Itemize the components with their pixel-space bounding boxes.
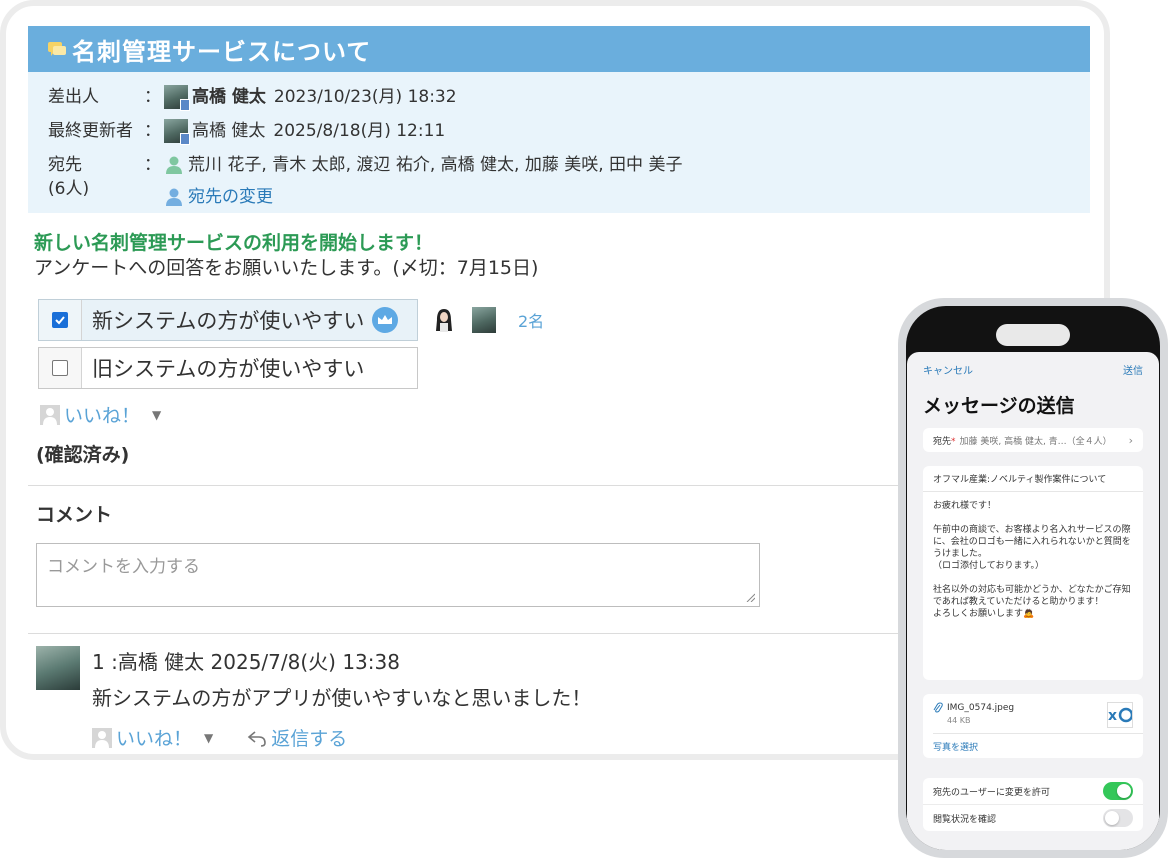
phone-notch xyxy=(996,324,1070,346)
comment-post-actions: いいね！ ▼ 返信する xyxy=(92,724,591,751)
voter-avatar-woman[interactable] xyxy=(432,307,456,333)
comment-post-body: 1 :高橋 健太 2025/7/8(火) 13:38 新システムの方がアプリが使… xyxy=(92,646,591,751)
select-photo-button[interactable]: 写真を選択 xyxy=(923,734,1143,759)
colon: ： xyxy=(144,87,161,107)
colon: ： xyxy=(144,155,161,175)
sender-date: 2023/10/23(月) 18:32 xyxy=(273,87,457,107)
attachment-card: IMG_0574.jpeg 44 KB x 写真を選択 xyxy=(923,694,1143,758)
send-button[interactable]: 送信 xyxy=(1123,362,1143,377)
phone-page-title: メッセージの送信 xyxy=(923,395,1075,417)
checkbox-checked[interactable] xyxy=(52,312,68,328)
poll-option-label: 新システムの方が使いやすい xyxy=(82,300,417,340)
change-recipients-link[interactable]: 宛先の変更 xyxy=(164,185,682,209)
toggle-row-allow-change: 宛先のユーザーに変更を許可 xyxy=(923,778,1143,805)
recipients-list[interactable]: 荒川 花子, 青木 太郎, 渡辺 祐介, 高橋 健太, 加藤 美咲, 田中 美子 xyxy=(188,153,682,177)
poll-option-old[interactable]: 旧システムの方が使いやすい xyxy=(38,347,418,389)
checkbox-unchecked[interactable] xyxy=(52,360,68,376)
phone-nav: キャンセル 送信 xyxy=(907,352,1159,377)
change-recipients-label[interactable]: 宛先の変更 xyxy=(188,185,273,209)
updater-row: 最終更新者 ： 高橋 健太 2025/8/18(月) 12:11 xyxy=(48,114,1090,148)
message-editor[interactable]: オフマル産業:ノベルティ製作案件について お疲れ様です！ 午前中の商談で、お客様… xyxy=(923,466,1143,680)
phone-screen: キャンセル 送信 メッセージの送信 宛先* 加藤 美咲, 高橋 健太, 青…（全… xyxy=(907,352,1159,850)
sender-value: 高橋 健太 2023/10/23(月) 18:32 xyxy=(164,80,457,111)
user-placeholder-icon xyxy=(92,727,112,748)
poll-option-new-label: 新システムの方が使いやすい xyxy=(92,309,365,333)
caret-down-icon[interactable]: ▼ xyxy=(204,731,213,745)
message-headline: 新しい名刺管理サービスの利用を開始します！ xyxy=(34,232,434,254)
user-icon xyxy=(166,188,182,206)
updater-name[interactable]: 高橋 健太 xyxy=(192,119,265,143)
recipients-count: (6人) xyxy=(48,179,90,199)
read-status-toggle[interactable] xyxy=(1103,809,1133,827)
poll-checkbox-cell[interactable] xyxy=(39,300,82,340)
to-value: 加藤 美咲, 高橋 健太, 青…（全４人） xyxy=(959,436,1112,447)
toggle-row-read-status: 閲覧状況を確認 xyxy=(923,805,1143,831)
colon: ： xyxy=(144,121,161,141)
phone-bezel: キャンセル 送信 メッセージの送信 宛先* 加藤 美咲, 高橋 健太, 青…（全… xyxy=(906,306,1160,850)
poll-option-old-label: 旧システムの方が使いやすい xyxy=(92,357,365,381)
crown-icon xyxy=(372,307,399,333)
attachment-name[interactable]: IMG_0574.jpeg xyxy=(947,703,1014,713)
message-title: 名刺管理サービスについて xyxy=(72,37,372,66)
updater-value: 高橋 健太 2025/8/18(月) 12:11 xyxy=(164,114,446,145)
sender-label: 差出人 xyxy=(48,87,99,107)
avatar[interactable] xyxy=(164,85,190,111)
voter-avatar-man[interactable] xyxy=(472,307,496,333)
settings-card: 宛先のユーザーに変更を許可 閲覧状況を確認 xyxy=(923,778,1143,831)
like-label[interactable]: いいね！ xyxy=(64,401,140,428)
chevron-right-icon: › xyxy=(1128,433,1133,447)
caret-down-icon[interactable]: ▼ xyxy=(152,408,161,422)
vote-count[interactable]: 2名 xyxy=(518,308,544,332)
recipients-field[interactable]: 宛先* 加藤 美咲, 高橋 健太, 青…（全４人） › xyxy=(923,428,1143,452)
comment-post-text: 新システムの方がアプリが使いやすいなと思いました！ xyxy=(92,686,592,710)
message-title-bar: 名刺管理サービスについて xyxy=(28,26,1090,72)
toggle-label: 閲覧状況を確認 xyxy=(933,814,997,825)
updater-label: 最終更新者 xyxy=(48,121,133,141)
avatar[interactable] xyxy=(164,119,190,145)
toggle-label: 宛先のユーザーに変更を許可 xyxy=(933,787,1050,798)
message-meta: 差出人 ： 高橋 健太 2023/10/23(月) 18:32 最終更新者 ： … xyxy=(28,72,1090,213)
recipients-value: 荒川 花子, 青木 太郎, 渡辺 祐介, 高橋 健太, 加藤 美咲, 田中 美子… xyxy=(164,148,682,209)
comment-placeholder: コメントを入力する xyxy=(47,557,200,577)
subject-field[interactable]: オフマル産業:ノベルティ製作案件について xyxy=(923,466,1143,492)
poll-checkbox-cell[interactable] xyxy=(39,348,82,388)
recipients-label: 宛先 (6人) xyxy=(48,148,144,201)
sender-name[interactable]: 高橋 健太 xyxy=(192,85,266,109)
svg-text:x: x xyxy=(1108,708,1117,724)
sender-row: 差出人 ： 高橋 健太 2023/10/23(月) 18:32 xyxy=(48,80,1090,114)
avatar[interactable] xyxy=(36,646,80,690)
user-placeholder-icon xyxy=(40,404,60,425)
post-like-button[interactable]: いいね！ xyxy=(116,724,192,751)
allow-change-toggle[interactable] xyxy=(1103,782,1133,800)
attachment-thumbnail[interactable]: x xyxy=(1107,702,1134,728)
to-label: 宛先* xyxy=(933,436,956,447)
resize-handle-icon[interactable] xyxy=(745,592,755,602)
poll-option-label: 旧システムの方が使いやすい xyxy=(82,348,417,388)
user-icon xyxy=(166,156,182,174)
speech-bubble-icon xyxy=(48,41,66,56)
cancel-button[interactable]: キャンセル xyxy=(923,362,973,377)
reply-icon[interactable] xyxy=(247,728,267,748)
body-field[interactable]: お疲れ様です！ 午前中の商談で、お客様より名入れサービスの際に、会社のロゴも一緒… xyxy=(923,492,1143,628)
reply-button[interactable]: 返信する xyxy=(271,724,347,751)
phone-frame: キャンセル 送信 メッセージの送信 宛先* 加藤 美咲, 高橋 健太, 青…（全… xyxy=(898,298,1168,858)
check-icon xyxy=(55,316,65,325)
comment-post-header: 1 :高橋 健太 2025/7/8(火) 13:38 xyxy=(92,650,400,674)
recipients-row: 宛先 (6人) ： 荒川 花子, 青木 太郎, 渡辺 祐介, 高橋 健太, 加藤… xyxy=(48,148,1090,209)
paperclip-icon xyxy=(933,702,943,713)
recipients-label-text: 宛先 xyxy=(48,155,82,175)
poll-option-new[interactable]: 新システムの方が使いやすい xyxy=(38,299,418,341)
comment-input[interactable]: コメントを入力する xyxy=(36,543,760,607)
message-subtext: アンケートへの回答をお願いいたします。(〆切：7月15日) xyxy=(34,257,539,279)
updater-date: 2025/8/18(月) 12:11 xyxy=(273,121,446,141)
